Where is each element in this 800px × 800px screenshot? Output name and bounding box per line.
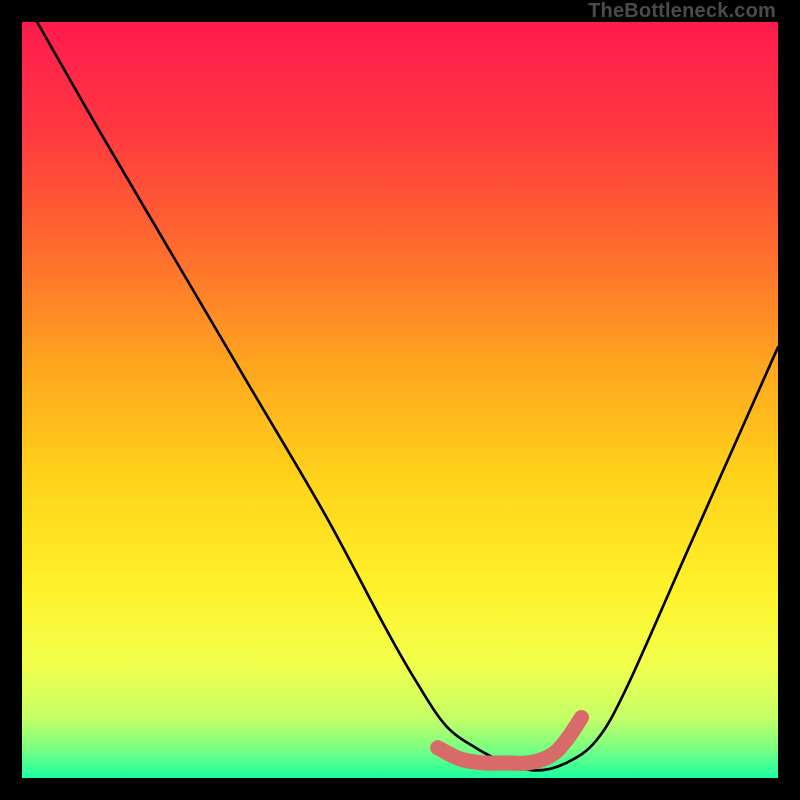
optimal-range-highlight (438, 718, 582, 764)
curve-overlay (22, 22, 778, 778)
bottleneck-curve (37, 22, 778, 770)
chart-frame: TheBottleneck.com (0, 0, 800, 800)
highlight-start-dot (431, 741, 445, 755)
watermark-text: TheBottleneck.com (588, 0, 776, 23)
plot-area (22, 22, 778, 778)
